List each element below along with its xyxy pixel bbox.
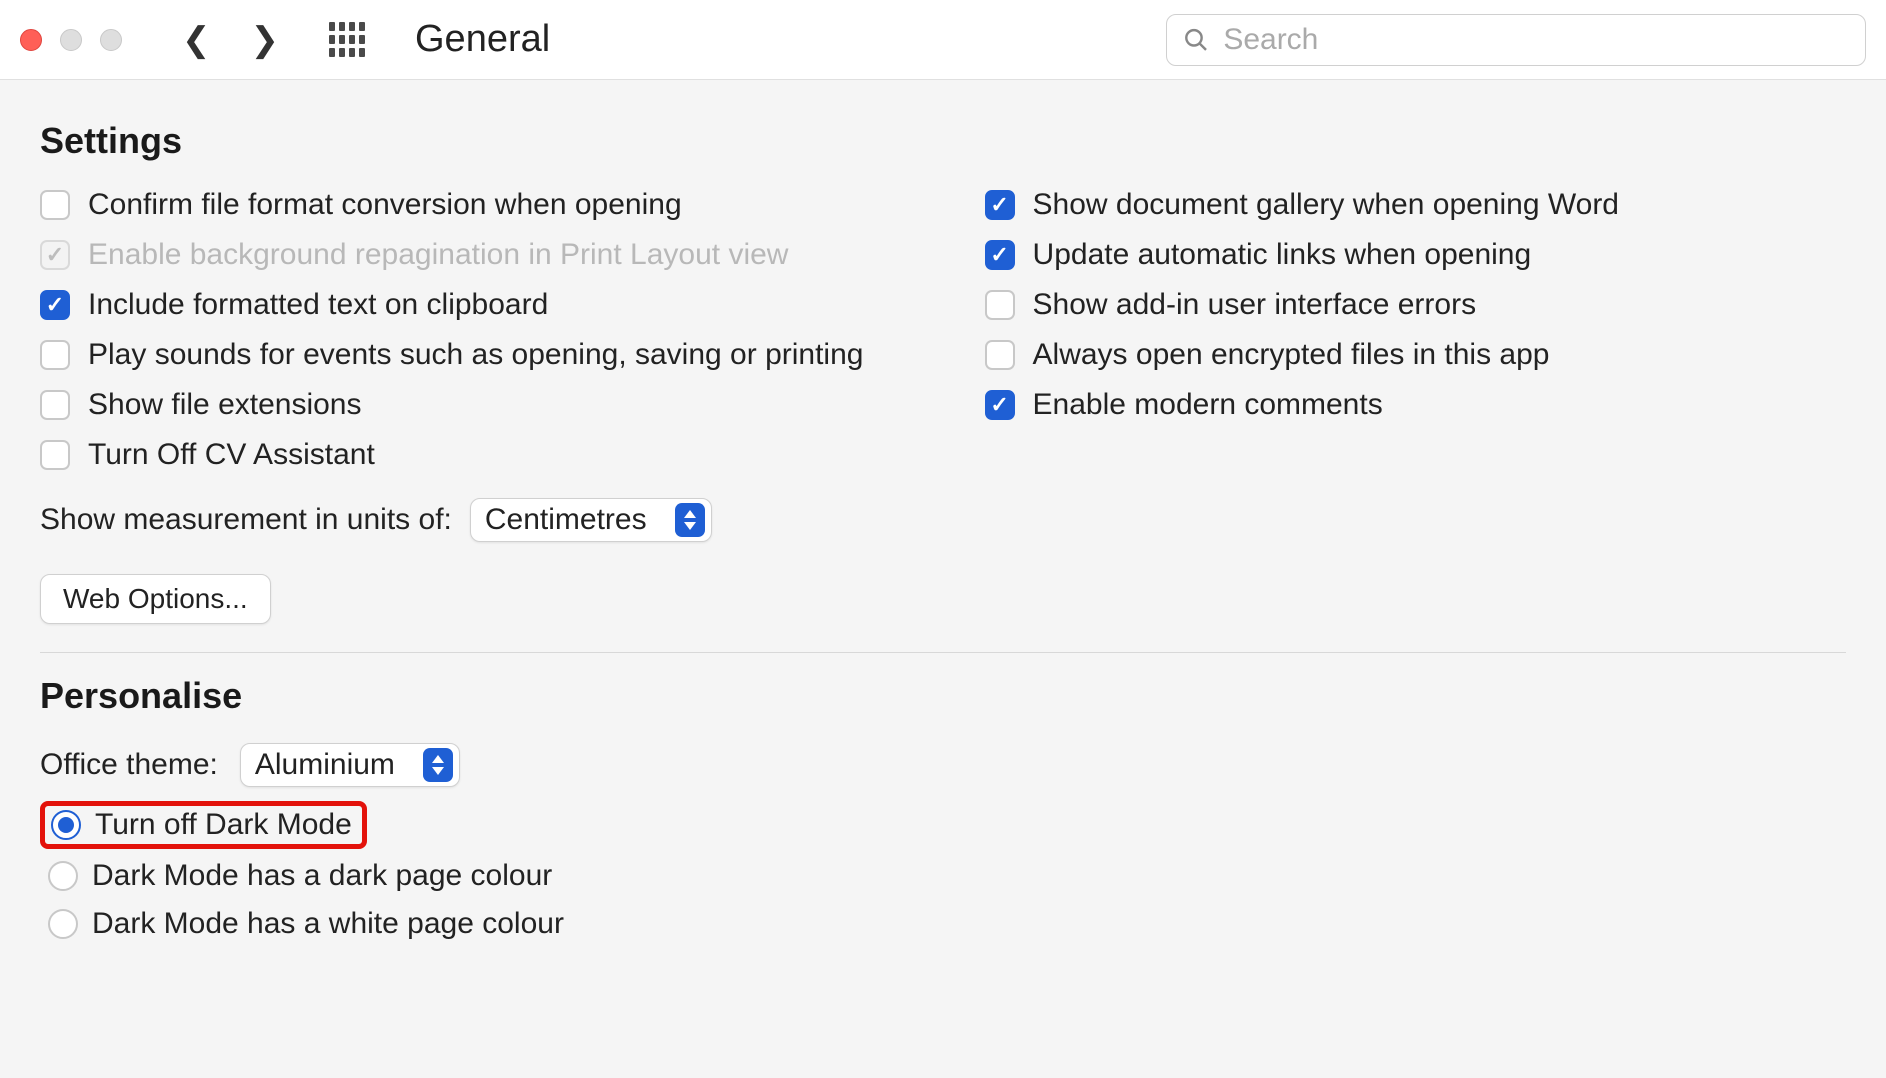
radio-label: Turn off Dark Mode <box>95 808 352 842</box>
settings-column-left: Confirm file format conversion when open… <box>40 188 945 624</box>
checkbox[interactable] <box>985 240 1015 270</box>
checkbox-label: Always open encrypted files in this app <box>1033 338 1550 372</box>
checkbox-row: Show file extensions <box>40 388 945 422</box>
nav-arrows: ❮ ❯ <box>182 20 279 60</box>
checkbox-row: Include formatted text on clipboard <box>40 288 945 322</box>
office-theme-value: Aluminium <box>255 748 395 782</box>
checkbox-label: Confirm file format conversion when open… <box>88 188 682 222</box>
checkbox[interactable] <box>985 390 1015 420</box>
web-options-button[interactable]: Web Options... <box>40 574 271 624</box>
personalise-heading: Personalise <box>40 675 1846 717</box>
radio-button[interactable] <box>51 810 81 840</box>
checkbox-label: Play sounds for events such as opening, … <box>88 338 863 372</box>
checkbox-row: Turn Off CV Assistant <box>40 438 945 472</box>
checkbox-row: Enable background repagination in Print … <box>40 238 945 272</box>
checkbox[interactable] <box>40 190 70 220</box>
checkbox-label: Include formatted text on clipboard <box>88 288 548 322</box>
measurement-select[interactable]: Centimetres <box>470 498 712 542</box>
page-title: General <box>415 18 550 61</box>
radio-label: Dark Mode has a dark page colour <box>92 859 552 893</box>
checkbox-label: Turn Off CV Assistant <box>88 438 375 472</box>
window-minimize-button[interactable] <box>60 29 82 51</box>
checkbox[interactable] <box>40 340 70 370</box>
stepper-icon <box>423 748 453 782</box>
checkbox <box>40 240 70 270</box>
checkbox-row: Enable modern comments <box>985 388 1846 422</box>
dark-mode-radio-group: Turn off Dark Mode Dark Mode has a dark p… <box>40 801 1846 945</box>
checkbox-row: Update automatic links when opening <box>985 238 1846 272</box>
radio-row: Dark Mode has a dark page colour <box>40 855 560 897</box>
office-theme-select[interactable]: Aluminium <box>240 743 460 787</box>
measurement-value: Centimetres <box>485 503 647 537</box>
office-theme-row: Office theme: Aluminium <box>40 743 1846 787</box>
radio-button[interactable] <box>48 861 78 891</box>
checkbox-label: Enable background repagination in Print … <box>88 238 788 272</box>
checkbox[interactable] <box>985 190 1015 220</box>
search-icon <box>1183 26 1209 54</box>
radio-row: Turn off Dark Mode <box>40 801 367 849</box>
checkbox-label: Show file extensions <box>88 388 362 422</box>
forward-button[interactable]: ❯ <box>251 20 280 60</box>
radio-button[interactable] <box>48 909 78 939</box>
checkbox-label: Update automatic links when opening <box>1033 238 1532 272</box>
checkbox[interactable] <box>40 440 70 470</box>
checkbox-row: Always open encrypted files in this app <box>985 338 1846 372</box>
toolbar: ❮ ❯ General <box>0 0 1886 80</box>
search-input[interactable] <box>1223 23 1849 57</box>
settings-heading: Settings <box>40 120 1846 162</box>
back-button[interactable]: ❮ <box>182 20 211 60</box>
measurement-row: Show measurement in units of: Centimetres <box>40 498 945 542</box>
window-zoom-button[interactable] <box>100 29 122 51</box>
office-theme-label: Office theme: <box>40 748 218 782</box>
checkbox[interactable] <box>985 340 1015 370</box>
checkbox-row: Confirm file format conversion when open… <box>40 188 945 222</box>
window-close-button[interactable] <box>20 29 42 51</box>
measurement-label: Show measurement in units of: <box>40 503 452 537</box>
checkbox-label: Show add-in user interface errors <box>1033 288 1477 322</box>
show-all-icon[interactable] <box>329 22 365 58</box>
section-divider <box>40 652 1846 653</box>
radio-row: Dark Mode has a white page colour <box>40 903 572 945</box>
radio-label: Dark Mode has a white page colour <box>92 907 564 941</box>
stepper-icon <box>675 503 705 537</box>
settings-grid: Confirm file format conversion when open… <box>40 188 1846 624</box>
checkbox[interactable] <box>985 290 1015 320</box>
checkbox-label: Show document gallery when opening Word <box>1033 188 1619 222</box>
search-field-wrap[interactable] <box>1166 14 1866 66</box>
checkbox[interactable] <box>40 390 70 420</box>
checkbox-row: Play sounds for events such as opening, … <box>40 338 945 372</box>
traffic-lights <box>20 29 122 51</box>
settings-column-right: Show document gallery when opening Word U… <box>985 188 1846 624</box>
checkbox[interactable] <box>40 290 70 320</box>
checkbox-label: Enable modern comments <box>1033 388 1383 422</box>
checkbox-row: Show document gallery when opening Word <box>985 188 1846 222</box>
checkbox-row: Show add-in user interface errors <box>985 288 1846 322</box>
